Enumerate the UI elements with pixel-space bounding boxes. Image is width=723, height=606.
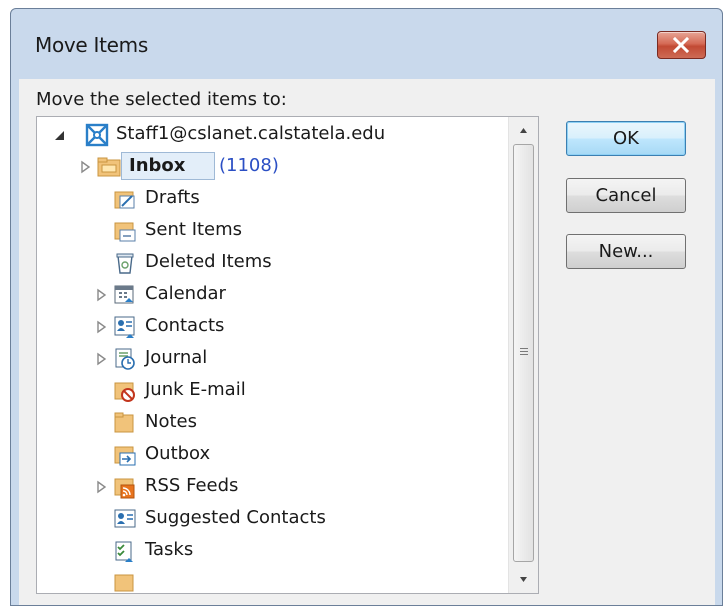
collapse-arrow-icon[interactable]	[54, 128, 66, 142]
rss-feeds-folder-icon	[114, 478, 135, 499]
move-prompt-label: Move the selected items to:	[36, 89, 287, 110]
tree-folder-outbox[interactable]: Outbox	[37, 439, 508, 471]
folder-label: RSS Feeds	[145, 475, 239, 496]
folder-label: Junk E-mail	[145, 379, 246, 400]
folder-label: Deleted Items	[145, 251, 272, 272]
dialog-body: Move the selected items to: Staff1@cslan…	[19, 79, 715, 605]
folder-label: Tasks	[145, 539, 194, 560]
folder-label: Suggested Contacts	[145, 507, 326, 528]
scrollbar-thumb[interactable]	[513, 144, 534, 562]
tree-folder-tasks[interactable]: Tasks	[37, 535, 508, 567]
scroll-grip-line	[520, 351, 528, 352]
expand-arrow-icon[interactable]	[96, 480, 108, 494]
tree-folder-junk-email[interactable]: Junk E-mail	[37, 375, 508, 407]
folder-label: Sent Items	[145, 219, 243, 240]
folder-label: Calendar	[145, 283, 226, 304]
scroll-down-arrow-icon[interactable]	[509, 569, 538, 591]
scroll-grip-line	[520, 354, 528, 355]
tree-folder-drafts[interactable]: Drafts	[37, 183, 508, 215]
expand-arrow-icon[interactable]	[96, 288, 108, 302]
deleted-items-icon	[116, 253, 134, 274]
calendar-folder-icon	[114, 285, 134, 304]
expand-arrow-icon[interactable]	[80, 160, 92, 174]
folder-label: Journal	[145, 347, 208, 368]
close-button[interactable]	[657, 31, 706, 59]
tree-folder-notes[interactable]: Notes	[37, 407, 508, 439]
tree-folder-journal[interactable]: Journal	[37, 343, 508, 375]
junk-email-folder-icon	[114, 382, 135, 402]
tree-folder-sent-items[interactable]: Sent Items	[37, 215, 508, 247]
suggested-contacts-folder-icon	[114, 509, 136, 528]
new-folder-button[interactable]: New...	[566, 234, 686, 269]
folder-label: Contacts	[145, 315, 225, 336]
vertical-scrollbar[interactable]	[508, 117, 538, 593]
scroll-up-arrow-icon[interactable]	[509, 119, 538, 141]
tree-folder-rss-feeds[interactable]: RSS Feeds	[37, 471, 508, 503]
inbox-folder-icon	[97, 157, 121, 177]
folder-label: Outbox	[145, 443, 211, 464]
scroll-grip-line	[520, 348, 528, 349]
tree-folder-partial-row[interactable]	[37, 567, 508, 593]
expand-arrow-icon[interactable]	[96, 320, 108, 334]
outbox-folder-icon	[114, 446, 136, 466]
account-label: Staff1@cslanet.calstatela.edu	[116, 123, 386, 144]
tree-folder-calendar[interactable]: Calendar	[37, 279, 508, 311]
tree-folder-contacts[interactable]: Contacts	[37, 311, 508, 343]
cancel-button[interactable]: Cancel	[566, 178, 686, 213]
unread-count-badge: (1108)	[219, 155, 279, 176]
tree-folder-inbox[interactable]: Inbox (1108)	[37, 151, 508, 183]
account-mailbox-icon	[85, 123, 109, 147]
folder-icon	[114, 574, 134, 592]
tasks-folder-icon	[115, 541, 133, 562]
ok-button[interactable]: OK	[566, 121, 686, 156]
folder-tree[interactable]: Staff1@cslanet.calstatela.edu Inbox (110…	[36, 116, 539, 594]
close-icon	[672, 37, 690, 53]
folder-label: Inbox	[129, 155, 186, 176]
sent-items-folder-icon	[114, 222, 136, 242]
tree-folder-deleted-items[interactable]: Deleted Items	[37, 247, 508, 279]
drafts-folder-icon	[114, 191, 135, 209]
title-bar[interactable]: Move Items	[11, 9, 722, 79]
folder-label: Drafts	[145, 187, 200, 208]
tree-account-row[interactable]: Staff1@cslanet.calstatela.edu	[37, 119, 508, 151]
contacts-folder-icon	[114, 316, 135, 338]
expand-arrow-icon[interactable]	[96, 352, 108, 366]
folder-label: Notes	[145, 411, 197, 432]
dialog-title: Move Items	[35, 33, 148, 57]
move-items-dialog: Move Items Move the selected items to: S…	[10, 8, 723, 606]
tree-folder-suggested-contacts[interactable]: Suggested Contacts	[37, 503, 508, 535]
notes-folder-icon	[114, 412, 134, 433]
journal-folder-icon	[115, 348, 135, 370]
